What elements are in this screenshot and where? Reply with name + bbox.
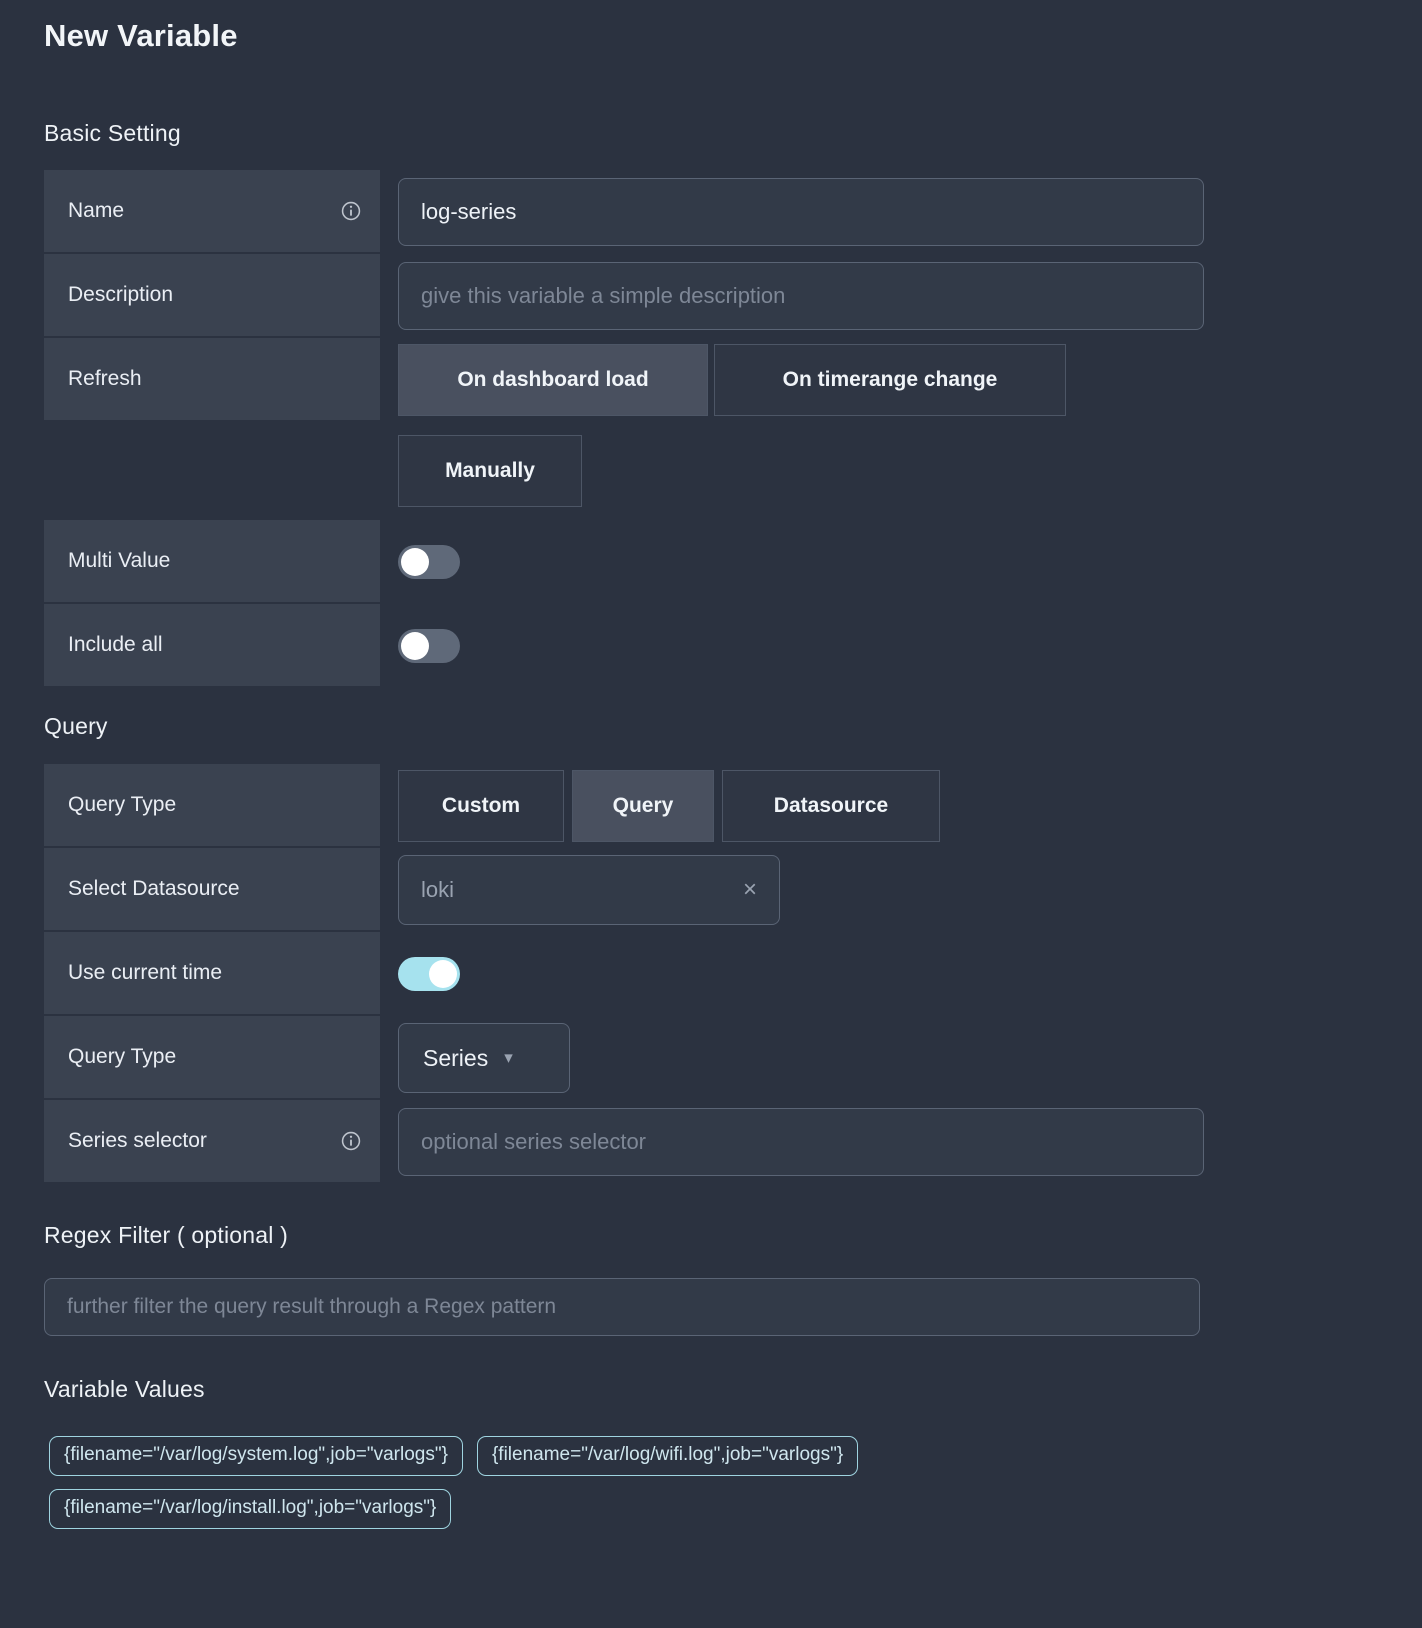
series-selector-value-cell: optional series selector bbox=[380, 1100, 1204, 1184]
variable-values-heading: Variable Values bbox=[44, 1376, 205, 1402]
query-form: Query Type Custom Query Datasource Selec… bbox=[44, 764, 1204, 1184]
variable-values-list: {filename="/var/log/system.log",job="var… bbox=[49, 1436, 1209, 1529]
refresh-options-row-1: On dashboard load On timerange change bbox=[380, 338, 1204, 422]
row-refresh: Refresh On dashboard load On timerange c… bbox=[44, 338, 1204, 422]
description-label: Description bbox=[68, 283, 174, 306]
row-include-all: Include all bbox=[44, 604, 1204, 688]
query-type-label-cell: Query Type bbox=[44, 764, 380, 848]
query-type-options: Custom Query Datasource bbox=[380, 764, 1204, 848]
regex-filter-heading: Regex Filter ( optional ) bbox=[44, 1222, 289, 1248]
name-input[interactable]: log-series bbox=[398, 178, 1204, 246]
sub-query-type-value-cell: Series ▾ bbox=[380, 1016, 1204, 1100]
series-type-value: Series bbox=[423, 1044, 489, 1071]
row-sub-query-type: Query Type Series ▾ bbox=[44, 1016, 1204, 1100]
select-datasource-label: Select Datasource bbox=[68, 877, 240, 900]
row-series-selector: Series selector optional series selector bbox=[44, 1100, 1204, 1184]
description-value-cell: give this variable a simple description bbox=[380, 254, 1204, 338]
query-heading: Query bbox=[44, 713, 108, 739]
name-label: Name bbox=[68, 199, 125, 222]
basic-setting-form: Name log-series Description give this va… bbox=[44, 170, 1204, 688]
info-icon[interactable] bbox=[340, 200, 362, 222]
refresh-option-on-dashboard-load[interactable]: On dashboard load bbox=[398, 344, 708, 416]
info-icon[interactable] bbox=[340, 1130, 362, 1152]
refresh-label-cell: Refresh bbox=[44, 338, 380, 422]
datasource-selected-value: loki bbox=[421, 877, 455, 902]
use-current-time-toggle-cell bbox=[380, 932, 1204, 1016]
name-value-cell: log-series bbox=[380, 170, 1204, 254]
row-multi-value: Multi Value bbox=[44, 520, 1204, 604]
row-use-current-time: Use current time bbox=[44, 932, 1204, 1016]
variable-value-chip[interactable]: {filename="/var/log/install.log",job="va… bbox=[49, 1489, 452, 1529]
multi-value-toggle-knob bbox=[401, 548, 429, 576]
include-all-label-cell: Include all bbox=[44, 604, 380, 688]
include-all-toggle[interactable] bbox=[398, 629, 460, 663]
variable-value-chip[interactable]: {filename="/var/log/system.log",job="var… bbox=[49, 1436, 463, 1476]
name-label-cell: Name bbox=[44, 170, 380, 254]
row-query-type: Query Type Custom Query Datasource bbox=[44, 764, 1204, 848]
series-type-select[interactable]: Series ▾ bbox=[398, 1023, 570, 1093]
include-all-label: Include all bbox=[68, 633, 163, 656]
datasource-select[interactable]: loki × bbox=[398, 855, 780, 925]
page-title: New Variable bbox=[44, 18, 238, 53]
include-all-toggle-knob bbox=[401, 632, 429, 660]
row-description: Description give this variable a simple … bbox=[44, 254, 1204, 338]
series-selector-label-cell: Series selector bbox=[44, 1100, 380, 1184]
multi-value-toggle-cell bbox=[380, 520, 1204, 604]
use-current-time-toggle[interactable] bbox=[398, 957, 460, 991]
query-type-option-datasource[interactable]: Datasource bbox=[722, 770, 940, 842]
query-type-label: Query Type bbox=[68, 793, 177, 816]
include-all-toggle-cell bbox=[380, 604, 1204, 688]
refresh-option-manually[interactable]: Manually bbox=[398, 435, 582, 507]
basic-setting-heading: Basic Setting bbox=[44, 120, 181, 146]
series-selector-label: Series selector bbox=[68, 1129, 207, 1152]
regex-filter-input[interactable]: further filter the query result through … bbox=[44, 1278, 1200, 1336]
multi-value-label: Multi Value bbox=[68, 549, 171, 572]
query-type-option-query[interactable]: Query bbox=[572, 770, 714, 842]
select-datasource-value-cell: loki × bbox=[380, 848, 1204, 932]
sub-query-type-label: Query Type bbox=[68, 1045, 177, 1068]
multi-value-label-cell: Multi Value bbox=[44, 520, 380, 604]
multi-value-toggle[interactable] bbox=[398, 545, 460, 579]
row-name: Name log-series bbox=[44, 170, 1204, 254]
sub-query-type-label-cell: Query Type bbox=[44, 1016, 380, 1100]
refresh-option-on-timerange-change[interactable]: On timerange change bbox=[714, 344, 1066, 416]
row-select-datasource: Select Datasource loki × bbox=[44, 848, 1204, 932]
select-datasource-label-cell: Select Datasource bbox=[44, 848, 380, 932]
refresh-spacer-cell bbox=[44, 422, 380, 507]
refresh-label: Refresh bbox=[68, 367, 142, 390]
query-type-option-custom[interactable]: Custom bbox=[398, 770, 564, 842]
series-selector-input[interactable]: optional series selector bbox=[398, 1108, 1204, 1176]
refresh-options-row-2: Manually bbox=[380, 422, 1204, 507]
new-variable-page: New Variable Basic Setting Name log-seri… bbox=[0, 0, 1422, 1628]
use-current-time-toggle-knob bbox=[429, 960, 457, 988]
variable-value-chip[interactable]: {filename="/var/log/wifi.log",job="varlo… bbox=[476, 1436, 859, 1476]
use-current-time-label-cell: Use current time bbox=[44, 932, 380, 1016]
chevron-down-icon: ▾ bbox=[504, 1048, 513, 1067]
use-current-time-label: Use current time bbox=[68, 961, 223, 984]
description-input[interactable]: give this variable a simple description bbox=[398, 262, 1204, 330]
close-icon[interactable]: × bbox=[743, 878, 757, 902]
description-label-cell: Description bbox=[44, 254, 380, 338]
row-refresh-manual: Manually bbox=[44, 422, 1204, 507]
